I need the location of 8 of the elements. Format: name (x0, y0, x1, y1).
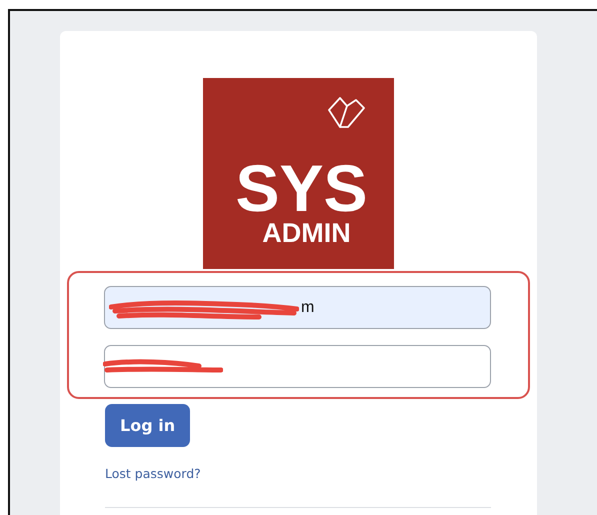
open-book-icon (326, 96, 366, 130)
logo-subtitle: ADMIN (262, 219, 351, 247)
password-field[interactable] (104, 345, 491, 388)
email-value: m (301, 298, 314, 316)
login-button[interactable]: Log in (105, 404, 190, 447)
lost-password-link[interactable]: Lost password? (105, 466, 201, 481)
logo-title: SYS (235, 157, 368, 219)
email-field[interactable]: m (104, 286, 491, 329)
